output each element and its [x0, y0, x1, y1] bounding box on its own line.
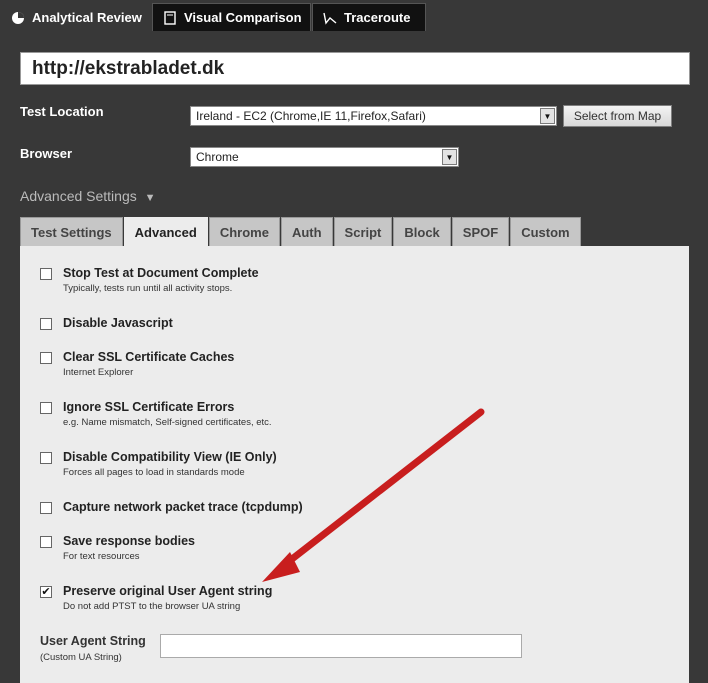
option-title: Disable Javascript [63, 316, 173, 330]
option-desc: Forces all pages to load in standards mo… [63, 467, 245, 478]
option-desc: Internet Explorer [63, 367, 134, 378]
option-title: Preserve original User Agent string [63, 584, 273, 598]
user-agent-sublabel: (Custom UA String) [40, 652, 122, 663]
tab-analytical-review-label: Analytical Review [32, 10, 142, 25]
tab-script[interactable]: Script [333, 217, 393, 246]
settings-tab-bar: Test Settings Advanced Chrome Auth Scrip… [20, 217, 582, 246]
tab-block[interactable]: Block [393, 217, 451, 246]
option-title: Disable Compatibility View (IE Only) [63, 450, 277, 464]
ignore-ssl-errors-checkbox[interactable] [40, 402, 52, 414]
top-tab-bar: Analytical Review Visual Comparison Trac… [0, 0, 708, 31]
tab-traceroute-label: Traceroute [344, 10, 411, 25]
traceroute-icon [323, 12, 337, 25]
tcpdump-checkbox[interactable] [40, 502, 52, 514]
browser-select[interactable]: Chrome ▼ [190, 147, 459, 167]
advanced-settings-label: Advanced Settings [20, 188, 137, 204]
pie-chart-icon [12, 11, 24, 24]
tab-auth[interactable]: Auth [280, 217, 333, 246]
option-desc: For text resources [63, 551, 140, 562]
advanced-settings-toggle[interactable]: Advanced Settings ▼ [20, 188, 156, 204]
browser-label: Browser [20, 146, 73, 161]
save-bodies-checkbox[interactable] [40, 536, 52, 548]
option-title: Capture network packet trace (tcpdump) [63, 500, 303, 514]
tab-advanced[interactable]: Advanced [123, 217, 208, 246]
preserve-ua-checkbox[interactable]: ✔ [40, 586, 52, 598]
triangle-down-icon: ▼ [144, 192, 156, 204]
tab-visual-comparison-label: Visual Comparison [184, 10, 302, 25]
clear-ssl-caches-checkbox[interactable] [40, 352, 52, 364]
test-location-select[interactable]: Ireland - EC2 (Chrome,IE 11,Firefox,Safa… [190, 106, 557, 126]
tab-spof[interactable]: SPOF [451, 217, 510, 246]
browser-value: Chrome [196, 150, 239, 164]
option-title: Save response bodies [63, 534, 196, 548]
tab-visual-comparison[interactable]: Visual Comparison [152, 3, 311, 31]
tab-custom[interactable]: Custom [510, 217, 581, 246]
tab-analytical-review[interactable]: Analytical Review [0, 3, 151, 31]
tab-traceroute[interactable]: Traceroute [312, 3, 426, 31]
option-title: Clear SSL Certificate Caches [63, 350, 235, 364]
tab-chrome[interactable]: Chrome [208, 217, 280, 246]
option-desc: e.g. Name mismatch, Self-signed certific… [63, 417, 272, 428]
option-desc: Do not add PTST to the browser UA string [63, 601, 241, 612]
test-location-value: Ireland - EC2 (Chrome,IE 11,Firefox,Safa… [196, 109, 426, 123]
chevron-down-icon: ▼ [442, 149, 457, 165]
user-agent-input[interactable] [160, 634, 522, 658]
stop-test-checkbox[interactable] [40, 268, 52, 280]
test-location-label: Test Location [20, 104, 104, 119]
url-input[interactable]: http://ekstrabladet.dk [20, 52, 690, 85]
chevron-down-icon: ▼ [540, 108, 555, 124]
tab-test-settings[interactable]: Test Settings [20, 217, 123, 246]
select-from-map-button[interactable]: Select from Map [563, 105, 672, 127]
option-title: Stop Test at Document Complete [63, 266, 259, 280]
disable-javascript-checkbox[interactable] [40, 318, 52, 330]
advanced-settings-panel: Stop Test at Document Complete Typically… [20, 246, 689, 683]
option-title: Ignore SSL Certificate Errors [63, 400, 235, 414]
user-agent-label: User Agent String [40, 634, 146, 648]
document-icon [164, 10, 176, 25]
option-desc: Typically, tests run until all activity … [63, 283, 233, 294]
disable-compat-view-checkbox[interactable] [40, 452, 52, 464]
